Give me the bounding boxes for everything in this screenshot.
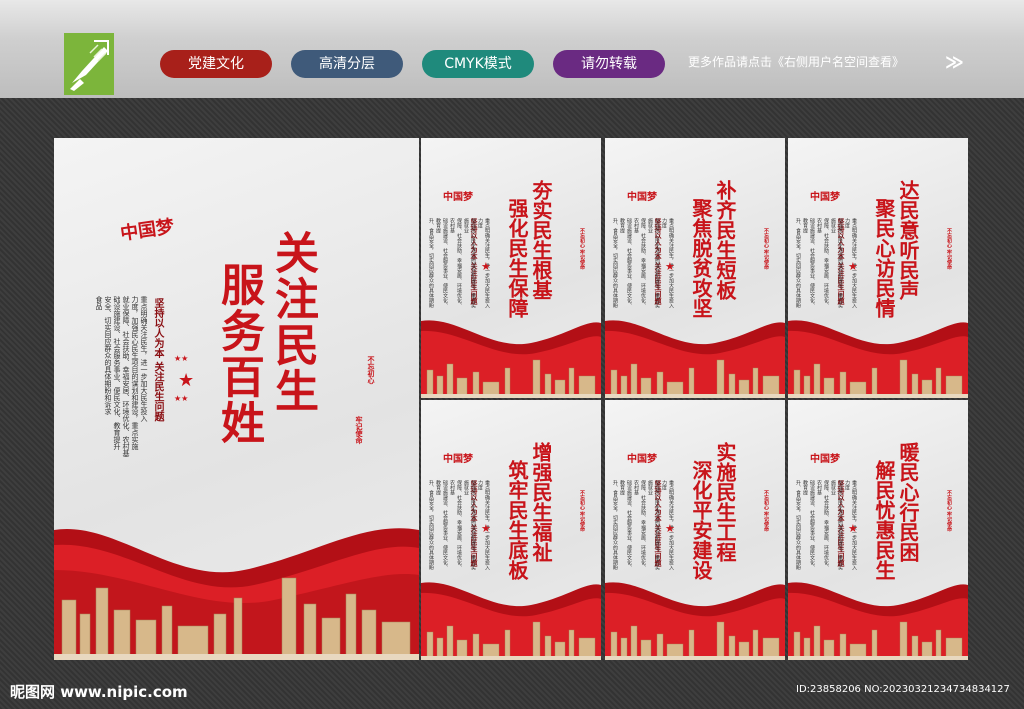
body-line: 加强民心民生项目的谋划和建设，重点实施就业 xyxy=(647,218,660,308)
panel-poster: 中国梦 达民意听民声 聚民心访民情 坚持以人为本 关注民生问题 重点明确关注民生… xyxy=(788,138,968,398)
panel-title-line2: 强化民生保障 xyxy=(505,198,529,318)
city-skyline xyxy=(788,359,968,398)
panel-title-line2: 解民忧惠民生 xyxy=(872,460,896,580)
city-skyline xyxy=(605,621,785,660)
more-works-hint[interactable]: 更多作品请点击《右侧用户名空间查看》 xyxy=(688,53,904,70)
main-body-text: 重点明确关注民生，进一步加大民生投入 力度，加强民心民生项目的谋划和建设，重点实… xyxy=(94,296,148,466)
body-line: 加强民心民生项目的谋划和建设，重点实施就业 xyxy=(830,218,843,308)
panel-title-line1: 增强民生福祉 xyxy=(529,442,553,562)
star-icon: ★ xyxy=(481,260,491,273)
china-dream-mark: 中国梦 xyxy=(443,192,473,203)
china-dream-mark: 中国梦 xyxy=(810,454,840,465)
star-icon: ★ xyxy=(481,522,491,535)
china-dream-mark: 中国梦 xyxy=(627,454,657,465)
panel-title-line2: 深化平安建设 xyxy=(689,460,713,580)
star-icon: ★ xyxy=(848,522,858,535)
pill-label: 请勿转载 xyxy=(581,56,637,72)
star-small-icon: ★★ xyxy=(174,354,189,363)
watermark-id: ID:23858206 NO:20230321234734834127 xyxy=(796,684,1010,695)
panel-seal: 不忘初心 牢记使命 xyxy=(763,228,769,270)
pill-hd-layers[interactable]: 高清分层 xyxy=(291,50,403,78)
body-line: 重点明确关注民生，进一步加大民生投入 xyxy=(140,296,148,422)
body-line: 础设施建设、社会服务事业、便民文化、教育提 xyxy=(619,218,632,308)
panel-title-line1: 补齐民生短板 xyxy=(713,180,737,300)
star-icon: ★ xyxy=(848,260,858,273)
body-line: 保障、社会扶助、幸福安居、环境优化、农村基 xyxy=(633,218,646,308)
panel-seal: 不忘初心 牢记使命 xyxy=(946,490,952,532)
body-line: 保障、社会扶助、幸福安居、环境优化、农村基 xyxy=(449,218,462,308)
city-skyline xyxy=(54,577,419,660)
body-line: 升、食品安全，切实回应群众的具体期盼 xyxy=(795,480,801,570)
body-line: 力度，加强民心民生项目的谋划和建设，重点实施 xyxy=(131,296,139,450)
panel-seal: 不忘初心 牢记使命 xyxy=(579,490,585,532)
city-skyline xyxy=(788,621,968,660)
main-title-line1: 关注民生 xyxy=(267,230,318,414)
body-line: 升、食品安全，切实回应群众的具体期盼 xyxy=(795,218,801,308)
body-line: 保障、社会扶助、幸福安居、环境优化、农村基 xyxy=(449,480,462,570)
body-line: 础设施建设、社会服务事业、便民文化、教育提 xyxy=(435,218,448,308)
body-line: 加强民心民生项目的谋划和建设，重点实施就业 xyxy=(647,480,660,570)
pill-cmyk[interactable]: CMYK模式 xyxy=(422,50,534,78)
seal-left: 不忘初心 xyxy=(367,356,375,384)
body-line: 保障、社会扶助、幸福安居、环境优化、农村基 xyxy=(816,218,829,308)
panel-title-line1: 实施民生工程 xyxy=(713,442,737,562)
china-dream-mark: 中国梦 xyxy=(627,192,657,203)
panel-poster: 中国梦 暖民心行民困 解民忧惠民生 坚持以人为本 关注民生问题 重点明确关注民生… xyxy=(788,400,968,660)
body-line: 础设施建设、社会服务事业、便民文化、教育提 xyxy=(435,480,448,570)
body-line: 食品 xyxy=(95,296,103,310)
star-small-icon: ★★ xyxy=(174,394,189,403)
panel-title-line2: 筑牢民生底板 xyxy=(505,460,529,580)
body-line: 升、食品安全，切实回应群众的具体期盼 xyxy=(612,218,618,308)
pill-party-culture[interactable]: 党建文化 xyxy=(160,50,272,78)
body-line: 升、食品安全，切实回应群众的具体期盼 xyxy=(428,218,434,308)
china-dream-mark: 中国梦 xyxy=(443,454,473,465)
panel-title-line1: 暖民心行民困 xyxy=(896,442,920,562)
body-line: 础设施建设、社会服务事业、便民文化、教育提升 xyxy=(113,296,121,450)
brush-logo-glyph xyxy=(70,40,109,91)
body-line: 保障、社会扶助、幸福安居、环境优化、农村基 xyxy=(633,480,646,570)
watermark-site: 昵图网 www.nipic.com xyxy=(10,683,188,701)
star-icon: ★ xyxy=(665,522,675,535)
pill-no-repost[interactable]: 请勿转载 xyxy=(553,50,665,78)
panel-seal: 不忘初心 牢记使命 xyxy=(763,490,769,532)
city-skyline xyxy=(605,359,785,398)
star-icon: ★ xyxy=(665,260,675,273)
pill-label: CMYK模式 xyxy=(444,56,512,72)
top-banner: 党建文化 高清分层 CMYK模式 请勿转载 更多作品请点击《右侧用户名空间查看》… xyxy=(0,0,1024,98)
panel-title-line1: 夯实民生根基 xyxy=(529,180,553,300)
body-line: 升、食品安全，切实回应群众的具体期盼 xyxy=(428,480,434,570)
city-skyline xyxy=(421,621,601,660)
main-subtitle: 坚持以人为本 关注民生问题 xyxy=(152,298,163,422)
panel-seal: 不忘初心 牢记使命 xyxy=(946,228,952,270)
china-dream-mark: 中国梦 xyxy=(119,216,176,245)
body-line: 加强民心民生项目的谋划和建设，重点实施就业 xyxy=(463,480,476,570)
main-poster: 中国梦 关注民生 服务百姓 坚持以人为本 关注民生问题 重点明确关注民生，进一步… xyxy=(54,138,419,660)
panel-poster: 中国梦 夯实民生根基 强化民生保障 坚持以人为本 关注民生问题 重点明确关注民生… xyxy=(421,138,601,398)
body-line: 保障、社会扶助、幸福安居、环境优化、农村基 xyxy=(816,480,829,570)
panel-title-line1: 达民意听民声 xyxy=(896,180,920,300)
body-line: 础设施建设、社会服务事业、便民文化、教育提 xyxy=(619,480,632,570)
pill-label: 党建文化 xyxy=(188,56,244,72)
body-line: 础设施建设、社会服务事业、便民文化、教育提 xyxy=(802,480,815,570)
china-dream-mark: 中国梦 xyxy=(810,192,840,203)
body-line: 就业保障、社会扶助、幸福安居、环境优化、农村基 xyxy=(122,296,130,457)
body-line: 础设施建设、社会服务事业、便民文化、教育提 xyxy=(802,218,815,308)
double-chevron-right-icon[interactable]: ≫ xyxy=(945,52,964,73)
body-line: 加强民心民生项目的谋划和建设，重点实施就业 xyxy=(830,480,843,570)
panel-poster: 中国梦 补齐民生短板 聚焦脱贫攻坚 坚持以人为本 关注民生问题 重点明确关注民生… xyxy=(605,138,785,398)
body-line: 升、食品安全，切实回应群众的具体期盼 xyxy=(612,480,618,570)
panel-poster: 中国梦 增强民生福祉 筑牢民生底板 坚持以人为本 关注民生问题 重点明确关注民生… xyxy=(421,400,601,660)
panel-title-line2: 聚焦脱贫攻坚 xyxy=(689,198,713,318)
seal-right: 牢记使命 xyxy=(355,416,363,444)
main-title-line2: 服务百姓 xyxy=(213,262,264,446)
panel-title-line2: 聚民心访民情 xyxy=(872,198,896,318)
star-icon: ★ xyxy=(178,370,195,391)
body-line: 安全、切实回应群众的具体期盼和诉求 xyxy=(104,296,112,415)
pill-label: 高清分层 xyxy=(319,56,375,72)
body-line: 加强民心民生项目的谋划和建设，重点实施就业 xyxy=(463,218,476,308)
panel-poster: 中国梦 实施民生工程 深化平安建设 坚持以人为本 关注民生问题 重点明确关注民生… xyxy=(605,400,785,660)
panel-seal: 不忘初心 牢记使命 xyxy=(579,228,585,270)
city-skyline xyxy=(421,359,601,398)
brush-logo-icon xyxy=(64,33,114,95)
